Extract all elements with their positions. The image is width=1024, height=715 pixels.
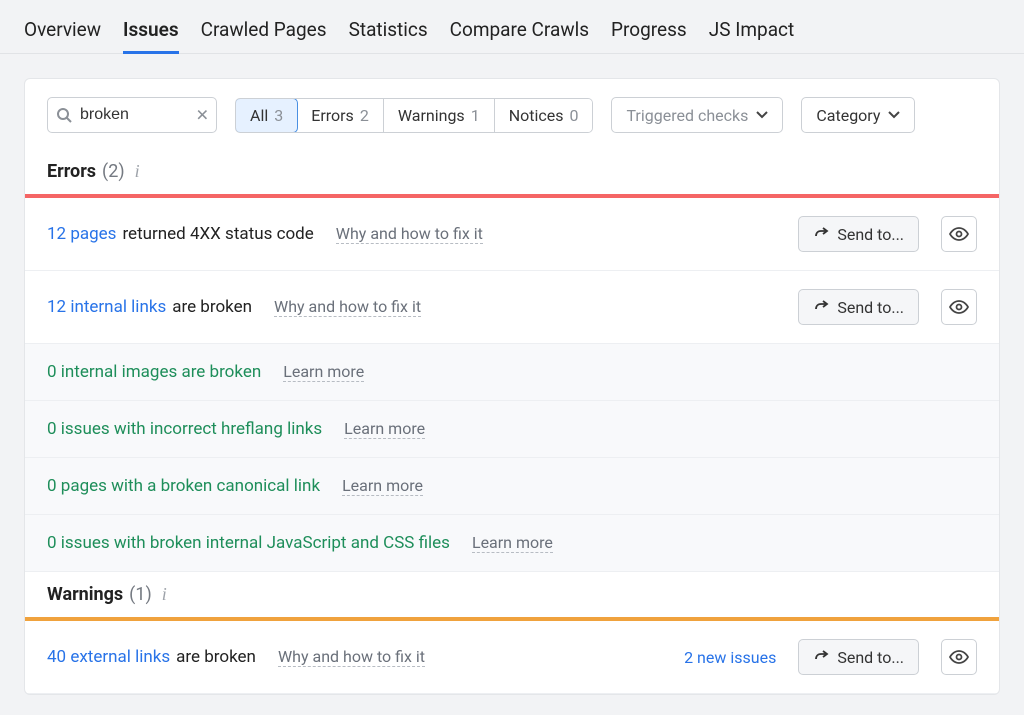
send-to-button[interactable]: Send to... (798, 289, 919, 325)
filter-count: 1 (471, 106, 480, 125)
issue-text: 40 external links are broken (47, 647, 256, 667)
issue-text: 0 issues with incorrect hreflang links (47, 419, 322, 439)
issue-suffix: are broken (176, 647, 256, 667)
tab-bar: Overview Issues Crawled Pages Statistics Com… (0, 0, 1024, 54)
search-input[interactable] (47, 97, 217, 133)
tab-crawled-pages[interactable]: Crawled Pages (201, 10, 327, 53)
chevron-down-icon (888, 111, 900, 119)
issue-title: 0 issues with broken internal JavaScript… (47, 533, 450, 553)
view-button[interactable] (941, 639, 977, 675)
issue-text: 12 internal links are broken (47, 297, 252, 317)
view-button[interactable] (941, 289, 977, 325)
send-to-button[interactable]: Send to... (798, 216, 919, 252)
send-to-label: Send to... (837, 648, 904, 667)
chevron-down-icon (756, 111, 768, 119)
new-issues-link[interactable]: 2 new issues (684, 648, 776, 667)
search-wrap: ✕ (47, 97, 217, 133)
tab-js-impact[interactable]: JS Impact (709, 10, 794, 53)
search-icon (56, 107, 72, 123)
learn-more-link[interactable]: Learn more (344, 419, 425, 439)
issue-suffix: are broken (172, 297, 252, 317)
filter-count: 3 (274, 106, 283, 125)
filter-label: Notices (509, 106, 564, 125)
tab-issues[interactable]: Issues (123, 10, 179, 53)
eye-icon (949, 300, 969, 314)
section-title: Errors (47, 161, 96, 182)
why-fix-link[interactable]: Why and how to fix it (274, 297, 421, 317)
issue-row: 40 external links are broken Why and how t… (25, 621, 999, 694)
issue-title: 0 pages with a broken canonical link (47, 476, 320, 496)
filter-count: 2 (360, 106, 369, 125)
filter-label: Warnings (398, 106, 465, 125)
issue-text: 0 issues with broken internal JavaScript… (47, 533, 450, 553)
filter-errors[interactable]: Errors 2 (297, 99, 384, 132)
filter-notices[interactable]: Notices 0 (495, 99, 593, 132)
errors-section-header: Errors (2) i (25, 149, 999, 194)
category-dropdown[interactable]: Category (801, 97, 915, 133)
filter-label: All (250, 106, 268, 125)
filter-count: 0 (569, 106, 578, 125)
issue-row: 0 internal images are broken Learn more (25, 344, 999, 401)
triggered-checks-dropdown[interactable]: Triggered checks (611, 97, 783, 133)
issue-count-link[interactable]: 12 pages (47, 224, 116, 244)
send-to-button[interactable]: Send to... (798, 639, 919, 675)
info-icon[interactable]: i (135, 161, 140, 182)
issue-row: 0 pages with a broken canonical link Lear… (25, 458, 999, 515)
warnings-section-header: Warnings (1) i (25, 572, 999, 617)
eye-icon (949, 227, 969, 241)
issues-panel: ✕ All 3 Errors 2 Warnings 1 Notices 0 Triggered… (24, 78, 1000, 695)
issue-row: 0 issues with broken internal JavaScript… (25, 515, 999, 572)
issue-title: 0 internal images are broken (47, 362, 261, 382)
errors-list: 12 pages returned 4XX status code Why and … (25, 198, 999, 572)
issue-text: 12 pages returned 4XX status code (47, 224, 314, 244)
filter-warnings[interactable]: Warnings 1 (384, 99, 495, 132)
issue-row: 12 pages returned 4XX status code Why and … (25, 198, 999, 271)
section-count: (1) (129, 584, 152, 605)
panel-toolbar: ✕ All 3 Errors 2 Warnings 1 Notices 0 Triggered… (25, 79, 999, 149)
clear-icon[interactable]: ✕ (196, 106, 209, 125)
share-arrow-icon (813, 226, 829, 242)
why-fix-link[interactable]: Why and how to fix it (278, 647, 425, 667)
filter-segment: All 3 Errors 2 Warnings 1 Notices 0 (235, 98, 593, 133)
filter-all[interactable]: All 3 (235, 98, 298, 133)
tab-progress[interactable]: Progress (611, 10, 687, 53)
tab-statistics[interactable]: Statistics (349, 10, 428, 53)
send-to-label: Send to... (837, 298, 904, 317)
learn-more-link[interactable]: Learn more (472, 533, 553, 553)
tab-overview[interactable]: Overview (24, 10, 101, 53)
issue-text: 0 pages with a broken canonical link (47, 476, 320, 496)
issue-row: 12 internal links are broken Why and how t… (25, 271, 999, 344)
issue-text: 0 internal images are broken (47, 362, 261, 382)
issue-count-link[interactable]: 12 internal links (47, 297, 166, 317)
filter-label: Errors (311, 106, 354, 125)
issue-count-link[interactable]: 40 external links (47, 647, 170, 667)
learn-more-link[interactable]: Learn more (342, 476, 423, 496)
info-icon[interactable]: i (162, 584, 167, 605)
share-arrow-icon (813, 649, 829, 665)
share-arrow-icon (813, 299, 829, 315)
dropdown-label: Triggered checks (626, 106, 748, 125)
view-button[interactable] (941, 216, 977, 252)
send-to-label: Send to... (837, 225, 904, 244)
issue-row: 0 issues with incorrect hreflang links Le… (25, 401, 999, 458)
tab-compare-crawls[interactable]: Compare Crawls (450, 10, 589, 53)
dropdown-label: Category (816, 106, 880, 125)
warnings-list: 40 external links are broken Why and how t… (25, 621, 999, 694)
why-fix-link[interactable]: Why and how to fix it (336, 224, 483, 244)
learn-more-link[interactable]: Learn more (283, 362, 364, 382)
issue-suffix: returned 4XX status code (122, 224, 313, 244)
issue-title: 0 issues with incorrect hreflang links (47, 419, 322, 439)
section-title: Warnings (47, 584, 123, 605)
section-count: (2) (102, 161, 125, 182)
eye-icon (949, 650, 969, 664)
